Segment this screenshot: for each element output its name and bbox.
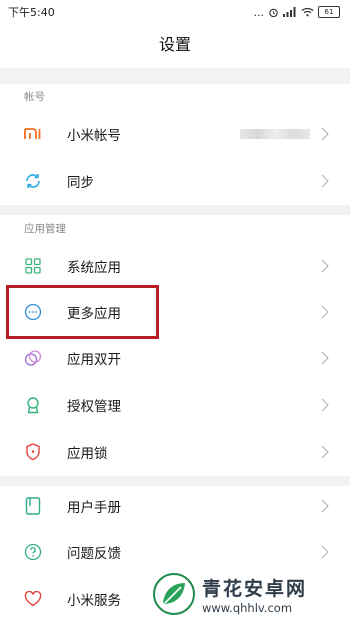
dual-app-icon	[22, 347, 44, 369]
setting-item-system-apps[interactable]: 系统应用	[0, 243, 350, 289]
chevron-right-icon	[321, 545, 329, 559]
page-title: 设置	[158, 35, 191, 54]
book-icon	[22, 495, 44, 517]
setting-item-label: 同步	[67, 175, 94, 191]
battery-icon: 61	[318, 6, 340, 18]
battery-level: 61	[324, 8, 334, 16]
watermark-title: 青花安卓网	[202, 577, 308, 600]
wifi-icon	[301, 7, 314, 17]
setting-item-label: 应用双开	[67, 352, 121, 368]
grid-icon	[22, 255, 44, 277]
setting-item-sync[interactable]: 同步	[0, 158, 350, 204]
setting-item-mi-account[interactable]: 小米帐号	[0, 111, 350, 157]
status-icons: ... 61	[253, 5, 340, 19]
watermark-url: www.qhhlv.com	[202, 600, 293, 615]
setting-item-label: 问题反馈	[67, 546, 121, 562]
setting-item-label: 小米帐号	[67, 128, 121, 144]
section-divider	[0, 205, 350, 215]
signal-icon	[283, 7, 296, 17]
status-time: 下午5:40	[8, 6, 55, 19]
question-icon	[22, 541, 44, 563]
setting-item-label: 应用锁	[67, 446, 108, 462]
setting-item-permissions[interactable]: 授权管理	[0, 382, 350, 428]
setting-item-label: 授权管理	[67, 399, 121, 415]
setting-item-user-manual[interactable]: 用户手册	[0, 483, 350, 529]
setting-item-dual-apps[interactable]: 应用双开	[0, 335, 350, 381]
chevron-right-icon	[321, 305, 329, 319]
highlight-box	[6, 285, 159, 339]
section-label-account: 帐号	[24, 91, 45, 103]
heart-icon	[22, 588, 44, 610]
badge-icon	[22, 394, 44, 416]
section-divider	[0, 68, 350, 84]
chevron-right-icon	[321, 499, 329, 513]
site-watermark: 青花安卓网 www.qhhlv.com	[152, 570, 347, 618]
sync-icon	[22, 170, 44, 192]
mi-logo-icon	[22, 123, 44, 145]
chevron-right-icon	[321, 398, 329, 412]
status-bar: 下午5:40 ... 61	[0, 0, 350, 24]
shield-lock-icon	[22, 441, 44, 463]
setting-item-feedback[interactable]: 问题反馈	[0, 529, 350, 575]
setting-item-app-lock[interactable]: 应用锁	[0, 429, 350, 475]
more-dots-indicator: ...	[253, 5, 265, 19]
chevron-right-icon	[321, 127, 329, 141]
section-label-apps: 应用管理	[24, 223, 66, 235]
chevron-right-icon	[321, 445, 329, 459]
chevron-right-icon	[321, 174, 329, 188]
alarm-icon	[269, 8, 278, 17]
chevron-right-icon	[321, 351, 329, 365]
setting-item-label: 小米服务	[67, 593, 121, 609]
setting-item-label: 系统应用	[67, 260, 121, 276]
setting-item-label: 用户手册	[67, 500, 121, 516]
account-id-obscured	[240, 129, 310, 139]
leaf-logo-icon	[153, 573, 195, 615]
chevron-right-icon	[321, 259, 329, 273]
